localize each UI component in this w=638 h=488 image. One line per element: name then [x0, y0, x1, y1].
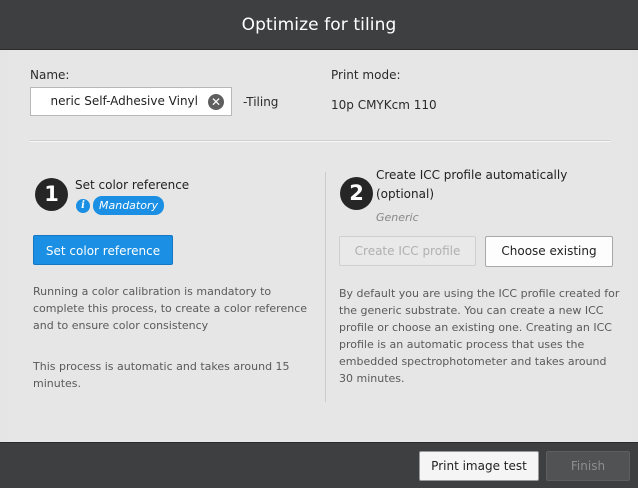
- dialog-footer: Print image test Finish: [0, 442, 638, 488]
- print-mode-value: 10p CMYKcm 110: [331, 98, 437, 112]
- name-input-value: neric Self-Adhesive Vinyl: [50, 94, 198, 108]
- step-2-description: By default you are using the ICC profile…: [339, 287, 620, 385]
- set-color-reference-button[interactable]: Set color reference: [33, 235, 173, 265]
- step-2-number: 2: [340, 177, 373, 210]
- finish-button[interactable]: Finish: [546, 451, 630, 481]
- dialog-title: Optimize for tiling: [0, 0, 638, 50]
- print-mode-label: Print mode:: [331, 68, 401, 82]
- step-1-title: Set color reference: [75, 178, 190, 192]
- divider: [30, 140, 610, 142]
- choose-existing-button[interactable]: Choose existing: [485, 236, 613, 267]
- create-icc-profile-button[interactable]: Create ICC profile: [339, 236, 476, 266]
- step-1-number: 1: [35, 178, 68, 211]
- step-2-title: Create ICC profile automatically (option…: [376, 168, 568, 201]
- column-divider: [325, 172, 326, 402]
- print-image-test-button[interactable]: Print image test: [419, 451, 539, 481]
- step-2-subtitle: Generic: [376, 211, 419, 224]
- name-input[interactable]: neric Self-Adhesive Vinyl ✕: [30, 87, 232, 116]
- step-1-description: Running a color calibration is mandatory…: [33, 285, 308, 332]
- name-suffix: -Tiling: [243, 95, 279, 109]
- info-icon[interactable]: i: [76, 199, 90, 213]
- step-1-note: This process is automatic and takes arou…: [33, 360, 290, 390]
- name-label: Name:: [30, 68, 70, 82]
- mandatory-badge: Mandatory: [93, 196, 165, 215]
- clear-icon[interactable]: ✕: [208, 94, 224, 110]
